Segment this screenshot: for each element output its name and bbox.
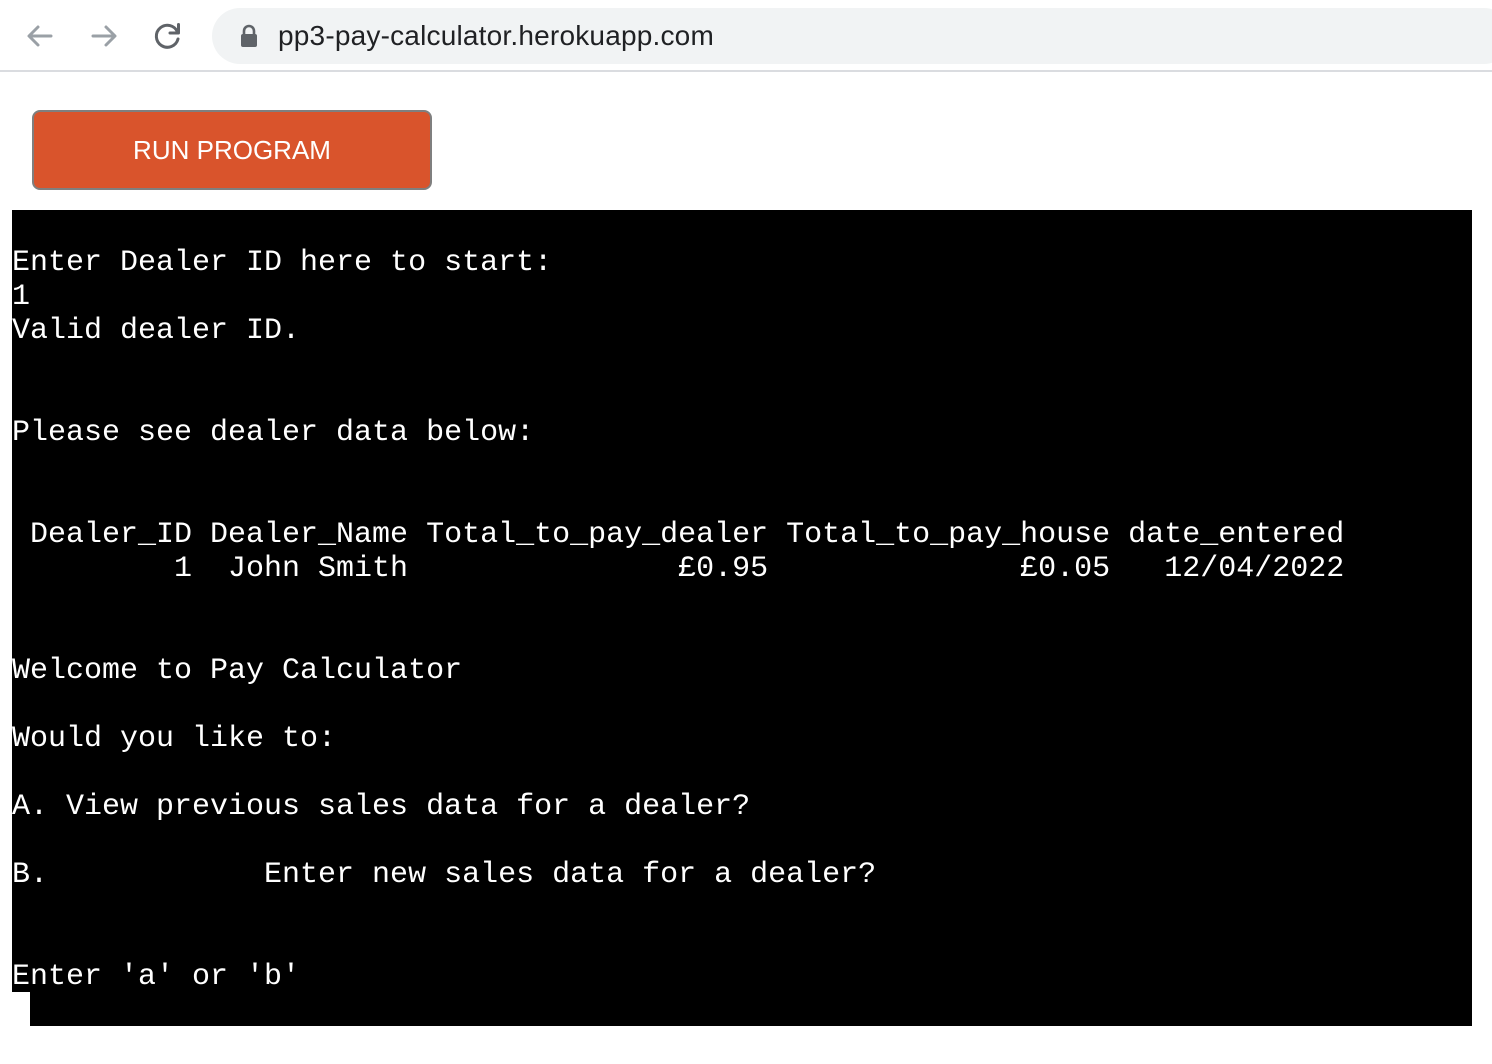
input-prompt: Enter 'a' or 'b' — [12, 960, 301, 994]
forward-button[interactable] — [84, 16, 124, 56]
terminal-line: Welcome to Pay Calculator — [12, 654, 463, 688]
run-program-button[interactable]: RUN PROGRAM — [32, 110, 432, 190]
arrow-right-icon — [91, 25, 117, 47]
back-button[interactable] — [20, 16, 60, 56]
table-row: 1 John Smith £0.95 £0.05 12/04/2022 — [12, 552, 1345, 586]
browser-toolbar: pp3-pay-calculator.herokuapp.com — [0, 0, 1492, 72]
address-bar[interactable]: pp3-pay-calculator.herokuapp.com — [212, 8, 1492, 64]
menu-option-b: B. Enter new sales data for a dealer? — [12, 858, 877, 892]
terminal-line: 1 — [12, 280, 31, 314]
terminal[interactable]: Enter Dealer ID here to start: 1 Valid d… — [12, 210, 1472, 1026]
terminal-line: Would you like to: — [12, 722, 337, 756]
reload-button[interactable] — [148, 16, 188, 56]
arrow-left-icon — [27, 25, 53, 47]
menu-option-a: A. View previous sales data for a dealer… — [12, 790, 751, 824]
terminal-line: Please see dealer data below: — [12, 416, 535, 450]
reload-icon — [154, 23, 180, 49]
terminal-line: Enter Dealer ID here to start: — [12, 246, 553, 280]
table-header-row: Dealer_ID Dealer_Name Total_to_pay_deale… — [12, 518, 1345, 552]
url-text: pp3-pay-calculator.herokuapp.com — [278, 20, 714, 51]
cursor-block — [12, 992, 30, 1026]
lock-icon[interactable] — [238, 24, 260, 48]
terminal-line: Valid dealer ID. — [12, 314, 301, 348]
